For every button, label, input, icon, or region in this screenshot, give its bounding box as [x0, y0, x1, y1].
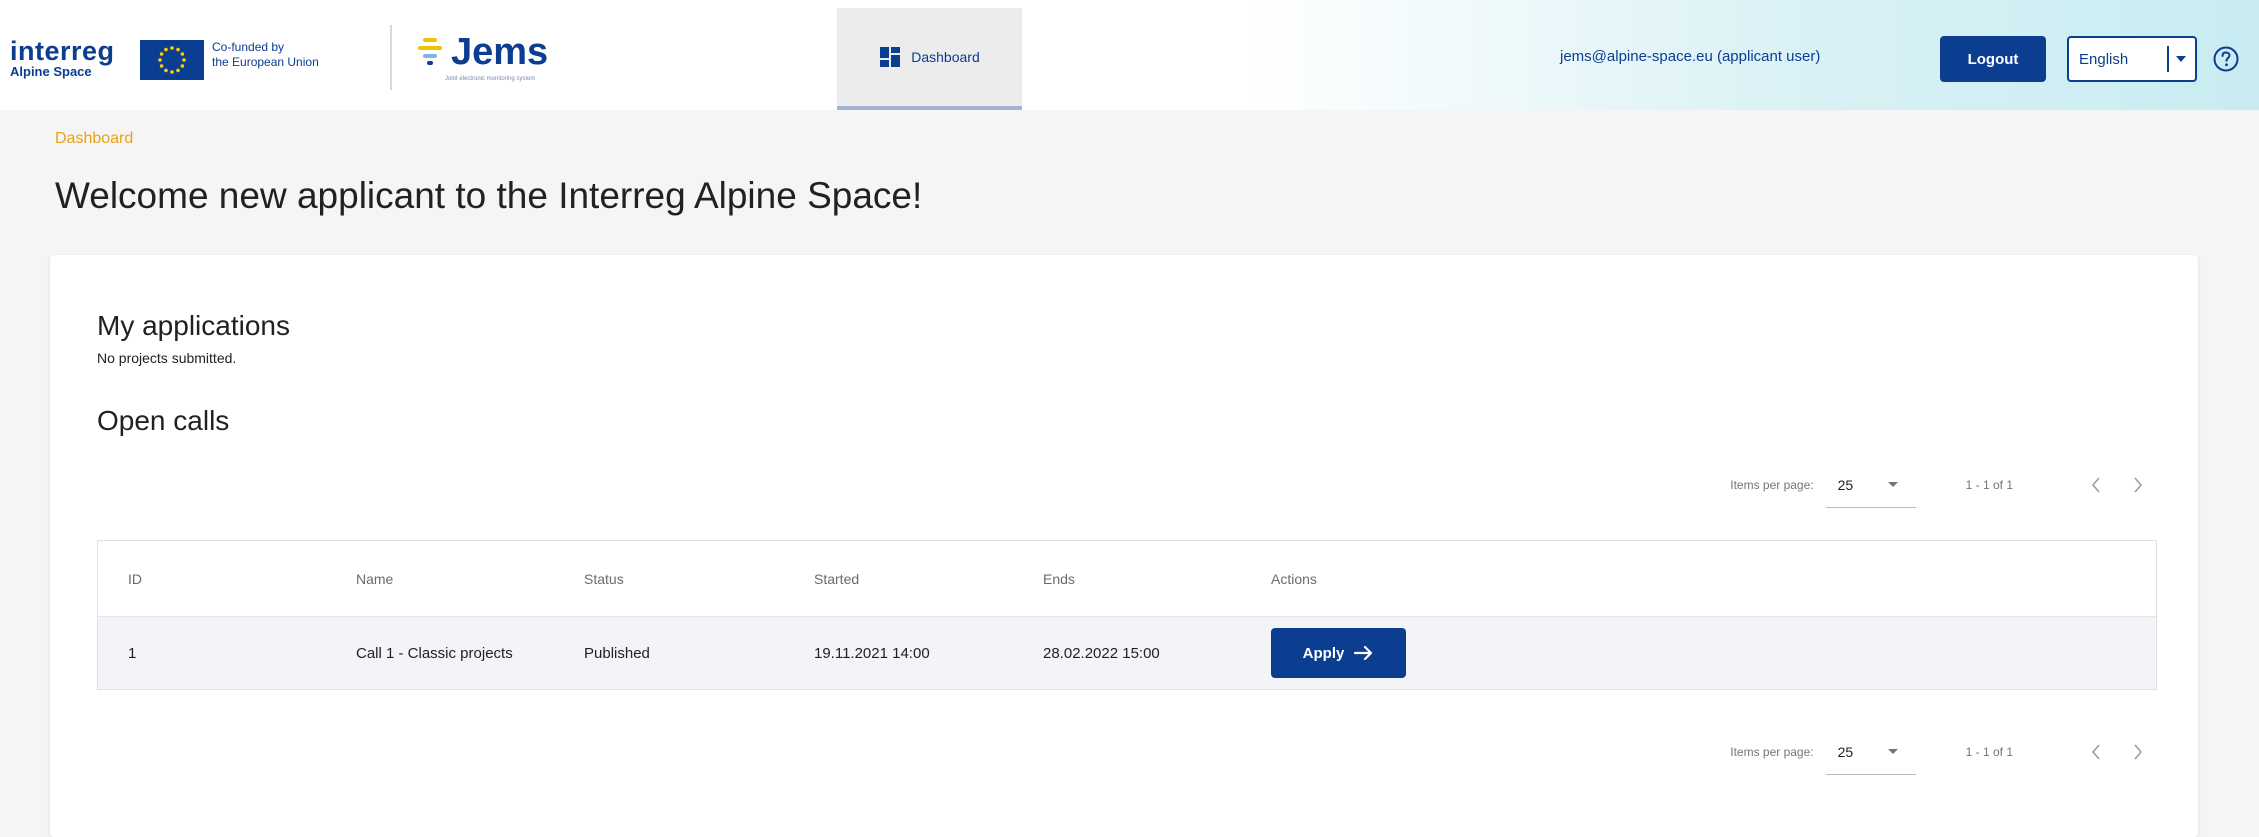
header-divider: [390, 25, 392, 90]
top-bar: interreg Alpine Space Co-funded by the E…: [0, 0, 2259, 110]
nav-tab-dashboard-label: Dashboard: [911, 49, 980, 65]
items-per-page-label: Items per page:: [1730, 478, 1814, 492]
nav-tab-dashboard[interactable]: Dashboard: [837, 8, 1022, 110]
user-email: jems@alpine-space.eu (applicant user): [1560, 48, 1821, 65]
chevron-right-icon: [2134, 744, 2143, 760]
jems-mark-icon: [418, 38, 442, 65]
paginator-top: Items per page: 25 1 - 1 of 1: [1730, 460, 2153, 510]
eu-text-line-1: Co-funded by: [212, 40, 285, 54]
cell-id: 1: [128, 644, 137, 662]
eu-cofunded-text: Co-funded by the European Union: [212, 40, 319, 70]
open-calls-table: ID Name Status Started Ends Actions 1 Ca…: [97, 540, 2157, 690]
page-range: 1 - 1 of 1: [1965, 478, 2013, 492]
jems-logo-tagline: Joint electronic monitoring system: [445, 76, 536, 82]
cell-status: Published: [584, 644, 650, 662]
eu-text-line-2: the European Union: [212, 55, 319, 69]
column-header-ends[interactable]: Ends: [1043, 541, 1075, 616]
page-range: 1 - 1 of 1: [1965, 745, 2013, 759]
help-circle-icon[interactable]: [2212, 45, 2240, 73]
column-header-id[interactable]: ID: [128, 541, 142, 616]
interreg-logo-word: interreg: [10, 36, 115, 66]
items-per-page-value: 25: [1837, 476, 1854, 493]
no-projects-text: No projects submitted.: [97, 350, 237, 366]
my-applications-title: My applications: [97, 310, 290, 341]
dropdown-arrow-icon: [1887, 749, 1898, 754]
chevron-down-icon: [2167, 46, 2193, 72]
dropdown-arrow-icon: [1887, 482, 1898, 487]
language-select-value: English: [2079, 50, 2129, 68]
page-title: Welcome new applicant to the Interreg Al…: [55, 175, 923, 216]
logout-button[interactable]: Logout: [1940, 36, 2046, 82]
eu-flag-icon: [140, 40, 204, 80]
column-header-started[interactable]: Started: [814, 541, 859, 616]
dashboard-icon: [880, 47, 901, 67]
paginator-bottom: Items per page: 25 1 - 1 of 1: [1730, 727, 2153, 777]
column-header-name[interactable]: Name: [356, 541, 393, 616]
items-per-page-value: 25: [1837, 743, 1854, 760]
previous-page-button[interactable]: [2081, 470, 2111, 500]
items-per-page-select[interactable]: 25: [1825, 462, 1916, 508]
interreg-logo: interreg Alpine Space: [10, 38, 115, 79]
chevron-right-icon: [2134, 477, 2143, 493]
interreg-logo-subtitle: Alpine Space: [10, 64, 92, 79]
next-page-button[interactable]: [2123, 737, 2153, 767]
cell-actions: Apply: [1271, 617, 1406, 689]
column-header-status[interactable]: Status: [584, 541, 624, 616]
chevron-left-icon: [2091, 744, 2100, 760]
items-per-page-label: Items per page:: [1730, 745, 1814, 759]
dashboard-card: My applications No projects submitted. O…: [50, 255, 2198, 837]
previous-page-button[interactable]: [2081, 737, 2111, 767]
breadcrumb[interactable]: Dashboard: [55, 130, 133, 148]
next-page-button[interactable]: [2123, 470, 2153, 500]
table-header-row: ID Name Status Started Ends Actions: [98, 541, 2156, 616]
language-select[interactable]: English: [2067, 36, 2197, 82]
column-header-actions: Actions: [1271, 570, 1317, 587]
table-row[interactable]: 1 Call 1 - Classic projects Published 19…: [98, 616, 2156, 689]
items-per-page-select[interactable]: 25: [1825, 729, 1916, 775]
eu-stars-icon: [140, 40, 204, 80]
cell-ends: 28.02.2022 15:00: [1043, 644, 1160, 662]
arrow-right-icon: [1354, 645, 1373, 661]
jems-logo-word: Jems: [451, 31, 549, 73]
apply-button-label: Apply: [1302, 644, 1345, 662]
cell-name: Call 1 - Classic projects: [356, 644, 513, 662]
chevron-left-icon: [2091, 477, 2100, 493]
open-calls-title: Open calls: [97, 405, 230, 436]
cell-started: 19.11.2021 14:00: [814, 644, 930, 662]
apply-button[interactable]: Apply: [1271, 628, 1406, 678]
